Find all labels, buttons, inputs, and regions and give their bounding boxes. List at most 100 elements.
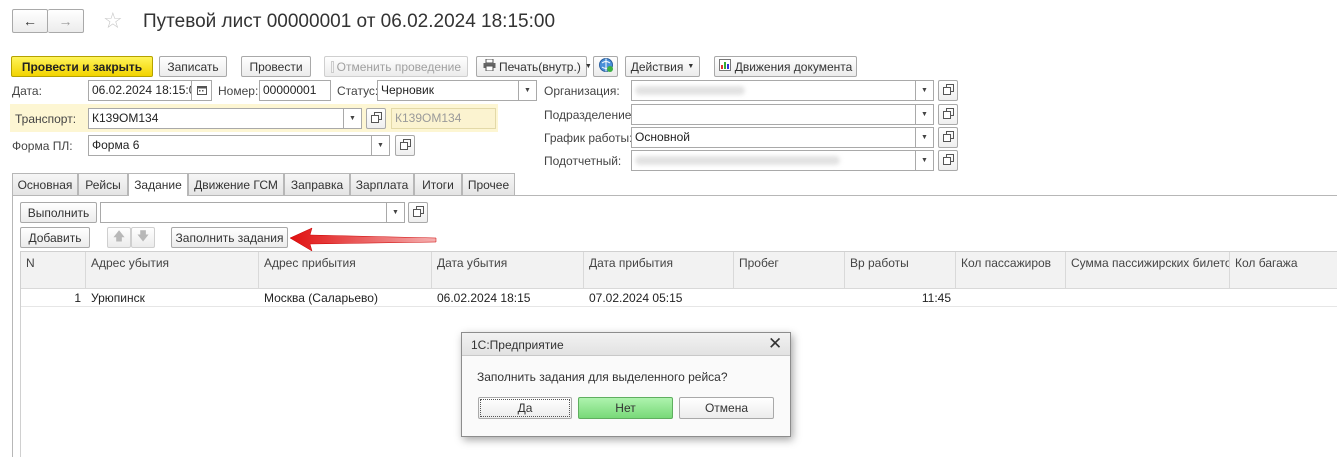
col-header-baggage[interactable]: Кол багажа	[1230, 252, 1337, 288]
back-button[interactable]: ←	[12, 9, 48, 33]
date-field[interactable]: 06.02.2024 18:15:00	[88, 80, 192, 101]
execute-dropdown-button[interactable]: ▼	[387, 202, 405, 223]
favorite-star-icon[interactable]: ☆	[103, 8, 123, 34]
number-field[interactable]: 00000001	[259, 80, 331, 101]
actions-label: Действия	[630, 59, 684, 74]
schedule-label: График работы:	[544, 131, 633, 145]
post-button[interactable]: Провести	[241, 56, 311, 77]
dialog-message: Заполнить задания для выделенного рейса?	[477, 370, 728, 384]
status-label: Статус:	[337, 84, 379, 98]
chevron-down-icon: ▼	[349, 115, 356, 122]
transport-label: Транспорт:	[15, 112, 77, 126]
forward-button[interactable]: →	[48, 9, 84, 33]
actions-menu-button[interactable]: Действия ▼	[625, 56, 700, 77]
organization-open-button[interactable]	[938, 80, 958, 101]
status-dropdown-button[interactable]: ▼	[519, 80, 537, 101]
col-header-arrival-address[interactable]: Адрес прибытия	[259, 252, 432, 288]
print-label: Печать(внутр.)	[499, 59, 581, 74]
tab-task[interactable]: Задание	[128, 173, 188, 196]
execute-open-button[interactable]	[408, 202, 428, 223]
organization-label: Организация:	[544, 84, 620, 98]
yes-button[interactable]: Да	[478, 397, 572, 419]
cancel-button[interactable]: Отмена	[679, 397, 774, 419]
close-icon[interactable]: ✕	[768, 334, 782, 354]
move-up-button[interactable]: 🡅	[107, 227, 131, 248]
fill-tasks-button[interactable]: Заполнить задания	[171, 227, 288, 248]
cancel-posting-icon	[331, 60, 334, 73]
schedule-dropdown-button[interactable]: ▼	[916, 127, 934, 148]
col-header-mileage[interactable]: Пробег	[734, 252, 845, 288]
cancel-posting-button[interactable]: Отменить проведение	[324, 56, 468, 77]
transport-field[interactable]: К139ОМ134	[88, 108, 344, 129]
calendar-button[interactable]	[192, 80, 212, 101]
tab-main[interactable]: Основная	[12, 173, 78, 195]
transport-open-button[interactable]	[366, 108, 386, 129]
col-header-arrival-date[interactable]: Дата прибытия	[584, 252, 734, 288]
cell-ticket-sum	[1066, 289, 1230, 307]
cancel-posting-label: Отменить проведение	[336, 59, 461, 74]
accountable-dropdown-button[interactable]: ▼	[916, 150, 934, 171]
move-down-button[interactable]: 🡇	[131, 227, 155, 248]
organization-field[interactable]	[631, 80, 916, 101]
add-button[interactable]: Добавить	[20, 227, 90, 248]
open-form-icon	[412, 205, 424, 220]
transport-dropdown-button[interactable]: ▼	[344, 108, 362, 129]
cell-departure-address: Урюпинск	[91, 291, 145, 305]
no-button[interactable]: Нет	[578, 397, 673, 419]
col-header-ticket-sum[interactable]: Сумма пассижирских билетов	[1066, 252, 1230, 288]
chevron-down-icon: ▼	[687, 63, 695, 70]
department-field[interactable]	[631, 104, 916, 125]
department-dropdown-button[interactable]: ▼	[916, 104, 934, 125]
schedule-open-button[interactable]	[938, 127, 958, 148]
print-button[interactable]: Печать(внутр.) ▼	[476, 56, 592, 77]
chevron-down-icon: ▼	[392, 209, 399, 216]
chevron-down-icon: ▼	[584, 63, 592, 70]
page-title: Путевой лист 00000001 от 06.02.2024 18:1…	[143, 11, 556, 32]
save-button[interactable]: Записать	[159, 56, 227, 77]
chevron-down-icon: ▼	[921, 157, 928, 164]
calendar-icon	[196, 85, 207, 97]
blurred-value	[635, 156, 840, 165]
globe-button[interactable]	[593, 56, 618, 77]
form-pl-open-button[interactable]	[395, 135, 415, 156]
tab-salary[interactable]: Зарплата	[350, 173, 414, 195]
accountable-open-button[interactable]	[938, 150, 958, 171]
chevron-down-icon: ▼	[524, 87, 531, 94]
organization-dropdown-button[interactable]: ▼	[916, 80, 934, 101]
chevron-down-icon: ▼	[921, 111, 928, 118]
col-header-passengers[interactable]: Кол пассажиров	[956, 252, 1066, 288]
open-form-icon	[942, 153, 954, 168]
document-movements-button[interactable]: Движения документа	[714, 56, 857, 77]
accountable-field[interactable]	[631, 150, 916, 171]
arrow-right-icon: →	[58, 13, 73, 29]
tab-other[interactable]: Прочее	[462, 173, 515, 195]
col-header-work-time[interactable]: Вр работы	[845, 252, 956, 288]
date-label: Дата:	[12, 84, 42, 98]
tab-trips[interactable]: Рейсы	[78, 173, 128, 195]
department-label: Подразделение:	[544, 108, 635, 122]
department-open-button[interactable]	[938, 104, 958, 125]
chevron-down-icon: ▼	[921, 134, 928, 141]
cell-work-time: 11:45	[921, 291, 951, 305]
execute-button[interactable]: Выполнить	[20, 202, 97, 223]
open-form-icon	[942, 130, 954, 145]
form-pl-field[interactable]: Форма 6	[88, 135, 372, 156]
open-form-icon	[942, 107, 954, 122]
col-header-departure-address[interactable]: Адрес убытия	[86, 252, 259, 288]
number-label: Номер:	[218, 84, 259, 98]
chevron-down-icon: ▼	[921, 87, 928, 94]
execute-select[interactable]	[100, 202, 387, 223]
schedule-field[interactable]: Основной	[631, 127, 916, 148]
col-header-n[interactable]: N	[21, 252, 86, 288]
col-header-departure-date[interactable]: Дата убытия	[432, 252, 584, 288]
confirm-dialog: 1С:Предприятие ✕ Заполнить задания для в…	[461, 332, 791, 437]
cell-mileage	[734, 289, 845, 307]
open-form-icon	[370, 111, 382, 126]
form-pl-dropdown-button[interactable]: ▼	[372, 135, 390, 156]
post-and-close-button[interactable]: Провести и закрыть	[11, 56, 153, 77]
tab-totals[interactable]: Итоги	[414, 173, 462, 195]
status-select[interactable]: Черновик	[377, 80, 519, 101]
tab-refueling[interactable]: Заправка	[284, 173, 350, 195]
cell-n: 1	[74, 291, 81, 305]
tab-fuel-movement[interactable]: Движение ГСМ	[188, 173, 284, 195]
